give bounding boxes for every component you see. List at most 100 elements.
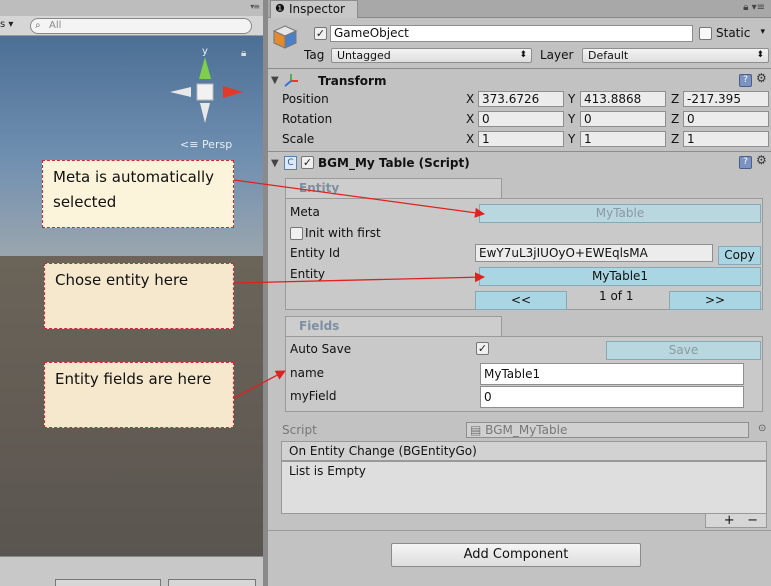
prev-page-button[interactable]: <<: [475, 291, 567, 310]
separator: [268, 151, 771, 152]
tag-label: Tag: [304, 48, 325, 62]
entity-id-field[interactable]: EwY7uL3jIUOyO+EWEqlsMA: [475, 244, 713, 262]
tag-dropdown[interactable]: Untagged ⬍: [331, 48, 532, 63]
scene-view[interactable]: ▾≡ s ▾ ⌕ All 🔒︎ y <≡ Persp Meta is autom…: [0, 0, 263, 586]
field-myfield-label: myField: [290, 389, 337, 403]
scene-search-input[interactable]: ⌕ All: [30, 18, 252, 34]
axis-y-label: Y: [568, 92, 576, 106]
transform-title[interactable]: Transform: [318, 74, 386, 88]
event-list-header: On Entity Change (BGEntityGo): [281, 441, 767, 461]
gizmo-center[interactable]: [196, 83, 214, 101]
layer-value: Default: [588, 49, 629, 62]
search-icon: ⌕: [35, 20, 41, 31]
fields-group-title: Fields: [285, 316, 502, 336]
scale-y-field[interactable]: 1: [580, 131, 666, 147]
save-button[interactable]: Save: [606, 341, 761, 360]
search-placeholder: All: [49, 20, 62, 31]
scene-gizmos-dropdown[interactable]: s ▾: [0, 19, 13, 30]
transform-foldout-icon[interactable]: ▼: [271, 75, 279, 86]
field-myfield-input[interactable]: 0: [480, 386, 744, 408]
transform-icon: [284, 74, 298, 87]
gizmo-y-label: y: [202, 46, 208, 57]
copy-button[interactable]: Copy: [718, 246, 761, 265]
layer-dropdown[interactable]: Default ⬍: [582, 48, 769, 63]
active-checkbox[interactable]: ✓: [314, 27, 327, 40]
transform-row-label: Position: [282, 92, 329, 106]
bottom-tab-1[interactable]: [55, 579, 161, 586]
position-z-field[interactable]: -217.395: [683, 91, 769, 107]
script-component-title[interactable]: BGM_My Table (Script): [318, 156, 470, 170]
rotation-y-field[interactable]: 0: [580, 111, 666, 127]
entity-label: Entity: [290, 267, 326, 281]
field-name-input[interactable]: MyTable1: [480, 363, 744, 385]
rotation-z-field[interactable]: 0: [683, 111, 769, 127]
transform-row-label: Rotation: [282, 112, 333, 126]
scale-x-field[interactable]: 1: [478, 131, 564, 147]
event-list-footer: + −: [705, 514, 767, 528]
scene-toolbar: s ▾ ⌕ All: [0, 16, 263, 36]
project-panel-bottom: [0, 556, 263, 586]
add-event-button[interactable]: +: [724, 513, 735, 528]
menu-dots-icon[interactable]: ▾≡: [250, 2, 260, 11]
separator: [268, 68, 771, 69]
page-indicator: 1 of 1: [599, 289, 634, 303]
persp-label-text: Persp: [201, 138, 233, 151]
separator: [268, 530, 771, 531]
next-page-button[interactable]: >>: [669, 291, 761, 310]
tag-value: Untagged: [337, 49, 391, 62]
remove-event-button[interactable]: −: [747, 513, 758, 528]
axis-z-label: Z: [671, 92, 680, 106]
meta-button[interactable]: MyTable: [479, 204, 761, 223]
object-picker-icon[interactable]: ⊙: [758, 423, 766, 434]
script-field: ▤ BGM_MyTable: [466, 422, 749, 438]
gameobject-cube-icon: [272, 25, 298, 49]
meta-label: Meta: [290, 205, 320, 219]
gear-icon[interactable]: ⚙: [756, 153, 767, 167]
note-entity: Chose entity here: [44, 263, 234, 329]
static-checkbox[interactable]: [699, 27, 712, 40]
scale-z-field[interactable]: 1: [683, 131, 769, 147]
field-name-label: name: [290, 366, 325, 380]
transform-row-label: Scale: [282, 132, 315, 146]
auto-save-label: Auto Save: [290, 342, 352, 356]
note-meta: Meta is automatically selected: [42, 160, 234, 228]
rotation-x-field[interactable]: 0: [478, 111, 564, 127]
axis-x-label: X: [466, 112, 475, 126]
orientation-gizmo-icon[interactable]: y: [165, 45, 245, 125]
event-list-body: List is Empty: [281, 461, 767, 514]
axis-x-label: X: [466, 132, 475, 146]
script-label: Script: [282, 423, 317, 437]
position-y-field[interactable]: 413.8868: [580, 91, 666, 107]
add-component-button[interactable]: Add Component: [391, 543, 641, 567]
entity-id-label: Entity Id: [290, 246, 341, 260]
help-icon[interactable]: ?: [739, 74, 752, 87]
gear-icon[interactable]: ⚙: [756, 71, 767, 85]
gizmo-x-axis[interactable]: [223, 86, 243, 98]
axis-y-label: Y: [568, 132, 576, 146]
gizmo-neg-x-axis[interactable]: [170, 87, 191, 97]
bottom-tab-2[interactable]: [168, 579, 256, 586]
gizmo-y-axis[interactable]: [199, 57, 211, 79]
note-fields: Entity fields are here: [44, 362, 234, 428]
lock-menu-icon[interactable]: 🔒︎ ▾≡: [743, 2, 765, 13]
info-icon: ❶: [275, 2, 285, 15]
position-x-field[interactable]: 373.6726: [478, 91, 564, 107]
script-foldout-icon[interactable]: ▼: [271, 158, 279, 169]
inspector-panel: ❶ Inspector 🔒︎ ▾≡ ✓ GameObject Static ▾ …: [268, 0, 771, 586]
script-value: BGM_MyTable: [485, 423, 568, 437]
auto-save-checkbox[interactable]: ✓: [476, 342, 489, 355]
script-enabled-checkbox[interactable]: ✓: [301, 156, 314, 169]
static-dropdown-arrow[interactable]: ▾: [758, 26, 769, 41]
axis-z-label: Z: [671, 132, 680, 146]
gameobject-name-field[interactable]: GameObject: [330, 25, 693, 42]
persp-label[interactable]: <≡ Persp: [180, 138, 232, 151]
init-with-first-checkbox[interactable]: [290, 227, 303, 240]
gizmo-neg-y-axis[interactable]: [200, 103, 210, 123]
help-icon[interactable]: ?: [739, 156, 752, 169]
static-label: Static: [716, 26, 751, 40]
scene-tabbar: ▾≡: [0, 0, 263, 16]
tab-inspector[interactable]: ❶ Inspector: [270, 0, 358, 18]
entity-select-button[interactable]: MyTable1: [479, 267, 761, 286]
axis-z-label: Z: [671, 112, 680, 126]
script-icon: C: [284, 156, 297, 170]
